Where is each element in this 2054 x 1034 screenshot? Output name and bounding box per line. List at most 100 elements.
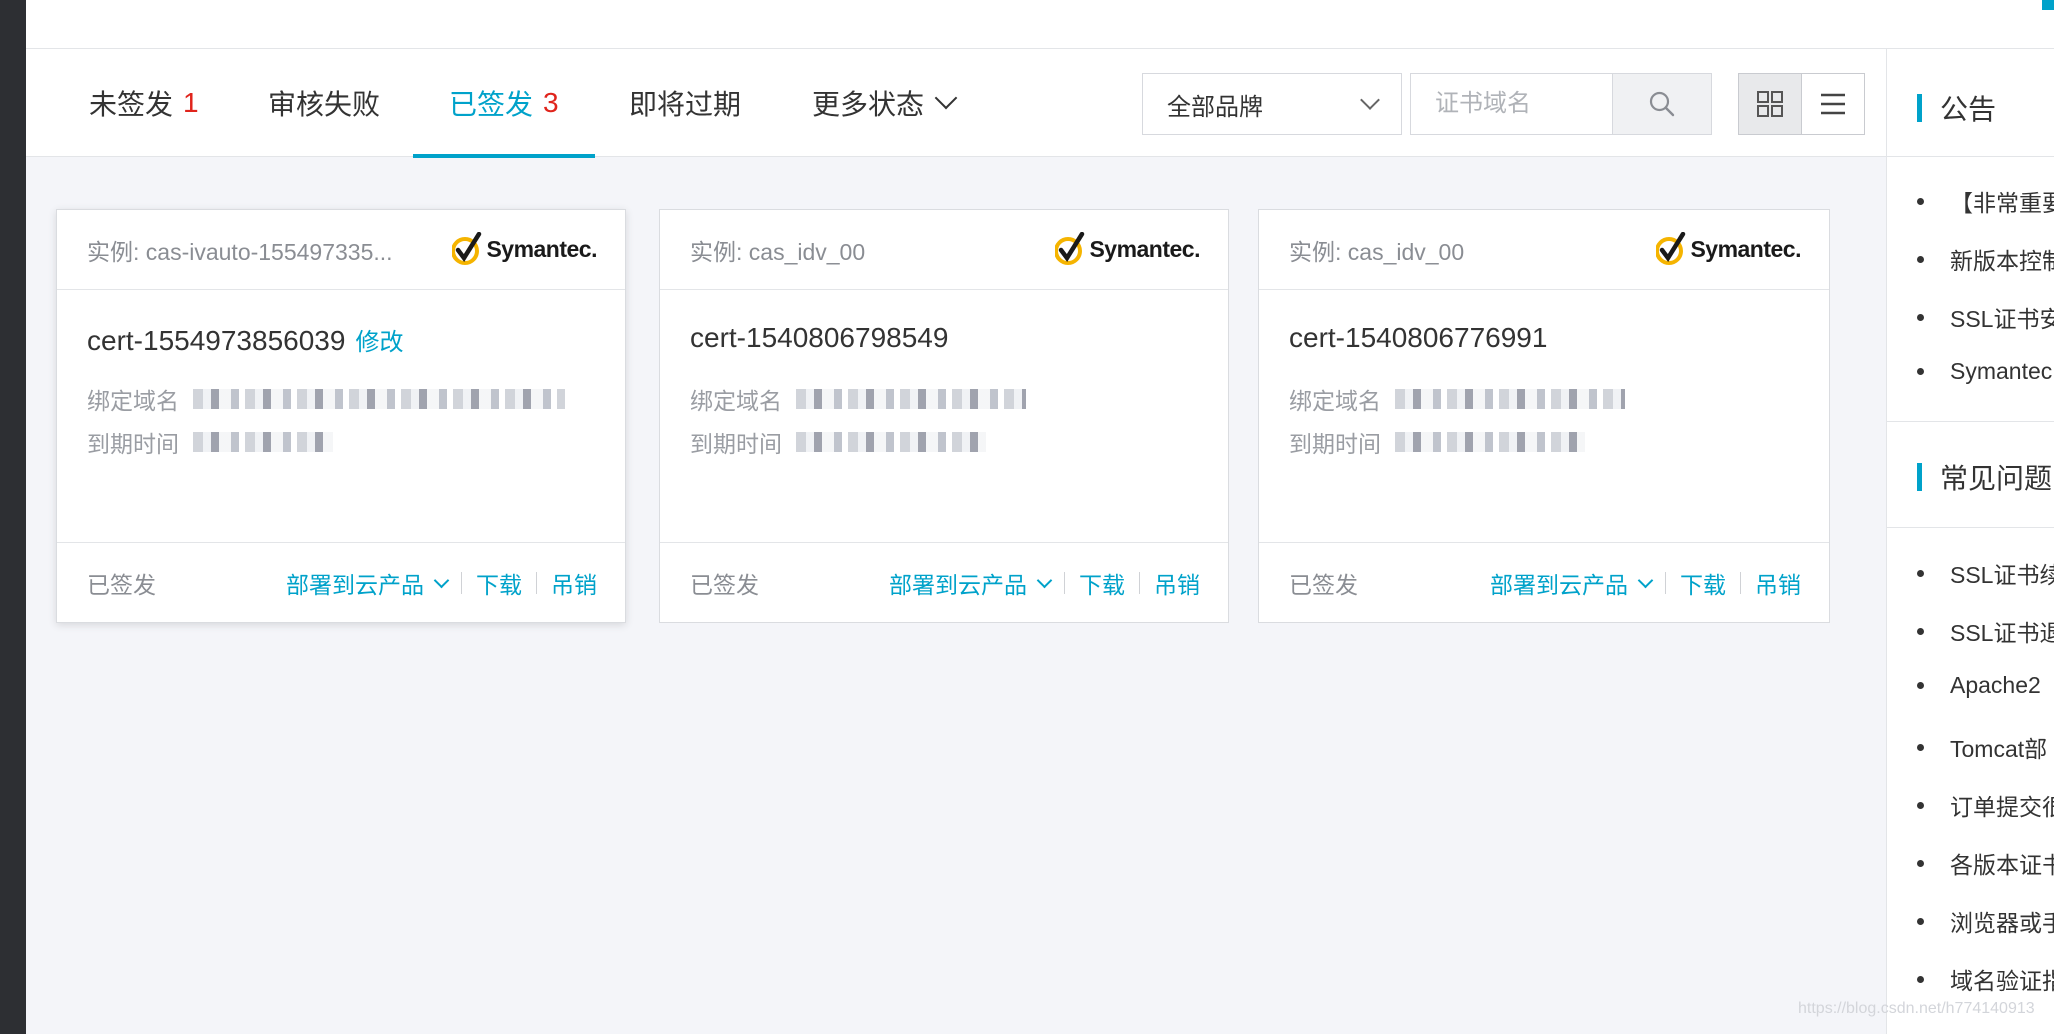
redacted-value bbox=[193, 389, 565, 409]
bullet-icon bbox=[1917, 859, 1924, 867]
toolbar: 未签发 1 审核失败 已签发 3 即将过期 更多状态 全部品牌 bbox=[26, 49, 1886, 158]
card-footer: 已签发 部署到云产品 下载 吊销 bbox=[57, 542, 625, 622]
faq-item[interactable]: 域名验证指 bbox=[1917, 962, 2054, 996]
divider bbox=[1740, 572, 1741, 594]
faq-item[interactable]: Tomcat部 bbox=[1917, 730, 2047, 764]
certificate-name: cert-1554973856039 修改 bbox=[87, 325, 404, 356]
tab-expiring[interactable]: 即将过期 bbox=[629, 49, 741, 157]
top-bar bbox=[26, 0, 2054, 49]
certificate-name: cert-1540806776991 bbox=[1289, 322, 1548, 353]
card-header: 实例: cas_idv_00 Symantec. bbox=[1259, 210, 1829, 290]
active-tab-indicator bbox=[413, 154, 595, 158]
bullet-icon bbox=[1917, 682, 1924, 689]
expiry-time: 到期时间 bbox=[1289, 425, 1585, 459]
brand-select-value: 全部品牌 bbox=[1167, 93, 1263, 121]
divider bbox=[461, 572, 462, 594]
certificate-name: cert-1540806798549 bbox=[690, 322, 949, 353]
tab-label: 更多状态 bbox=[812, 89, 925, 120]
tab-review-failed[interactable]: 审核失败 bbox=[268, 49, 380, 157]
brand-name: Symantec. bbox=[1690, 235, 1801, 262]
domain-search-input[interactable] bbox=[1410, 73, 1612, 135]
card-header: 实例: cas-ivauto-155497335... Symantec. bbox=[57, 210, 625, 290]
tab-unissued[interactable]: 未签发 1 bbox=[89, 49, 199, 157]
edit-link[interactable]: 修改 bbox=[355, 329, 403, 356]
faq-item[interactable]: Apache2 bbox=[1917, 672, 2041, 699]
chevron-down-icon bbox=[1036, 572, 1053, 588]
redacted-value bbox=[796, 389, 1026, 409]
search-icon bbox=[1649, 91, 1675, 117]
redacted-value bbox=[796, 432, 986, 452]
announcement-item[interactable]: Symantec bbox=[1917, 358, 2052, 385]
right-panel: 公告 【非常重要 新版本控制 SSL证书安 Symantec 常见问题 SSL证… bbox=[1886, 49, 2054, 1034]
symantec-check-icon bbox=[1055, 232, 1085, 265]
symantec-check-icon bbox=[452, 232, 482, 265]
chevron-down-icon bbox=[1360, 90, 1380, 110]
tab-label: 即将过期 bbox=[629, 89, 742, 120]
card-actions: 部署到云产品 下载 吊销 bbox=[1490, 543, 1801, 623]
announcement-item[interactable]: SSL证书安 bbox=[1917, 300, 2054, 334]
tab-issued[interactable]: 已签发 3 bbox=[413, 49, 595, 158]
grid-view-button[interactable] bbox=[1738, 73, 1802, 135]
download-link[interactable]: 下载 bbox=[476, 566, 522, 600]
tab-more-status[interactable]: 更多状态 bbox=[812, 49, 958, 157]
tab-count: 1 bbox=[183, 87, 199, 118]
tab-count: 3 bbox=[543, 87, 559, 118]
bullet-icon bbox=[1917, 975, 1924, 983]
revoke-link[interactable]: 吊销 bbox=[1755, 566, 1801, 600]
deploy-dropdown[interactable]: 部署到云产品 bbox=[1490, 566, 1654, 600]
section-marker bbox=[1917, 463, 1922, 491]
revoke-link[interactable]: 吊销 bbox=[1154, 566, 1200, 600]
announcement-item[interactable]: 新版本控制 bbox=[1917, 242, 2054, 276]
divider bbox=[1887, 156, 2054, 157]
divider bbox=[1064, 572, 1065, 594]
card-footer: 已签发 部署到云产品 下载 吊销 bbox=[660, 542, 1228, 622]
deploy-dropdown[interactable]: 部署到云产品 bbox=[286, 566, 450, 600]
field-label: 绑定域名 bbox=[690, 388, 782, 414]
tab-label: 审核失败 bbox=[268, 89, 381, 120]
section-marker bbox=[1917, 94, 1922, 122]
status-label: 已签发 bbox=[87, 571, 156, 598]
status-label: 已签发 bbox=[690, 571, 759, 598]
faq-item[interactable]: 订单提交很 bbox=[1917, 788, 2054, 822]
bullet-icon bbox=[1917, 801, 1924, 809]
faq-item[interactable]: 各版本证书 bbox=[1917, 846, 2054, 880]
faq-item[interactable]: SSL证书退 bbox=[1917, 614, 2054, 648]
field-label: 到期时间 bbox=[1289, 431, 1381, 457]
list-icon bbox=[1821, 93, 1845, 115]
bullet-icon bbox=[1917, 255, 1924, 263]
faq-title: 常见问题 bbox=[1917, 457, 2052, 497]
field-label: 绑定域名 bbox=[1289, 388, 1381, 414]
list-view-button[interactable] bbox=[1801, 73, 1865, 135]
faq-item[interactable]: 浏览器或手 bbox=[1917, 904, 2054, 938]
expiry-time: 到期时间 bbox=[87, 425, 333, 459]
revoke-link[interactable]: 吊销 bbox=[551, 566, 597, 600]
grid-icon bbox=[1757, 91, 1783, 117]
faq-item[interactable]: SSL证书续 bbox=[1917, 556, 2054, 590]
symantec-logo: Symantec. bbox=[452, 232, 597, 266]
instance-id: 实例: cas-ivauto-155497335... bbox=[87, 238, 393, 265]
download-link[interactable]: 下载 bbox=[1680, 566, 1726, 600]
status-label: 已签发 bbox=[1289, 571, 1358, 598]
tab-label: 未签发 bbox=[89, 89, 174, 120]
brand-name: Symantec. bbox=[1089, 235, 1200, 262]
instance-id: 实例: cas_idv_00 bbox=[690, 238, 866, 265]
brand-select[interactable]: 全部品牌 bbox=[1142, 73, 1402, 135]
redacted-value bbox=[1395, 432, 1585, 452]
watermark: https://blog.csdn.net/h774140913 bbox=[1798, 1000, 2035, 1017]
divider bbox=[1887, 421, 2054, 422]
main-content: 未签发 1 审核失败 已签发 3 即将过期 更多状态 全部品牌 证书域名 实例:… bbox=[26, 49, 1886, 1034]
brand-name: Symantec. bbox=[486, 235, 597, 262]
symantec-logo: Symantec. bbox=[1055, 232, 1200, 266]
search-button[interactable] bbox=[1612, 73, 1712, 135]
deploy-dropdown[interactable]: 部署到云产品 bbox=[889, 566, 1053, 600]
bullet-icon bbox=[1917, 627, 1924, 635]
expiry-time: 到期时间 bbox=[690, 425, 986, 459]
download-link[interactable]: 下载 bbox=[1079, 566, 1125, 600]
bound-domain: 绑定域名 bbox=[87, 382, 565, 416]
announcement-item[interactable]: 【非常重要 bbox=[1917, 184, 2054, 218]
bullet-icon bbox=[1917, 313, 1924, 321]
chevron-down-icon bbox=[433, 572, 450, 588]
chevron-down-icon bbox=[1637, 572, 1654, 588]
bullet-icon bbox=[1917, 569, 1924, 577]
divider bbox=[1887, 527, 2054, 528]
